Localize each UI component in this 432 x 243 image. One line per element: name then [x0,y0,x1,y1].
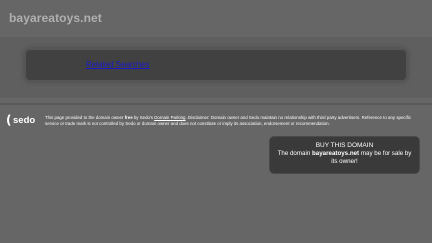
sedo-logo-mark-icon: ( [6,113,12,127]
buy-domain-title: BUY THIS DOMAIN [315,142,374,149]
disclaimer-part2: by Sedo's [132,115,155,120]
related-searches-link[interactable]: Related Searches [86,60,150,69]
buy-domain-box[interactable]: BUY THIS DOMAIN The domain bayareatoys.n… [270,137,419,173]
disclaimer-free: free [124,115,133,120]
domain-parking-link[interactable]: Domain Parking [154,115,185,120]
disclaimer-part1: This page provided to the domain owner [45,115,125,120]
divider [0,103,432,105]
disclaimer-text: This page provided to the domain owner f… [45,115,423,126]
site-title: bayareatoys.net [9,11,102,25]
related-searches-box: Related Searches [26,50,406,80]
buy-domain-name: bayareatoys.net [312,150,360,157]
parked-domain-page: bayareatoys.net Related Searches ( sedo … [0,0,432,243]
sedo-logo[interactable]: ( sedo [6,113,42,127]
buy-domain-text: The domain bayareatoys.net may be for sa… [270,150,419,166]
sedo-logo-text: sedo [13,115,36,126]
buy-text-before: The domain [277,150,312,157]
